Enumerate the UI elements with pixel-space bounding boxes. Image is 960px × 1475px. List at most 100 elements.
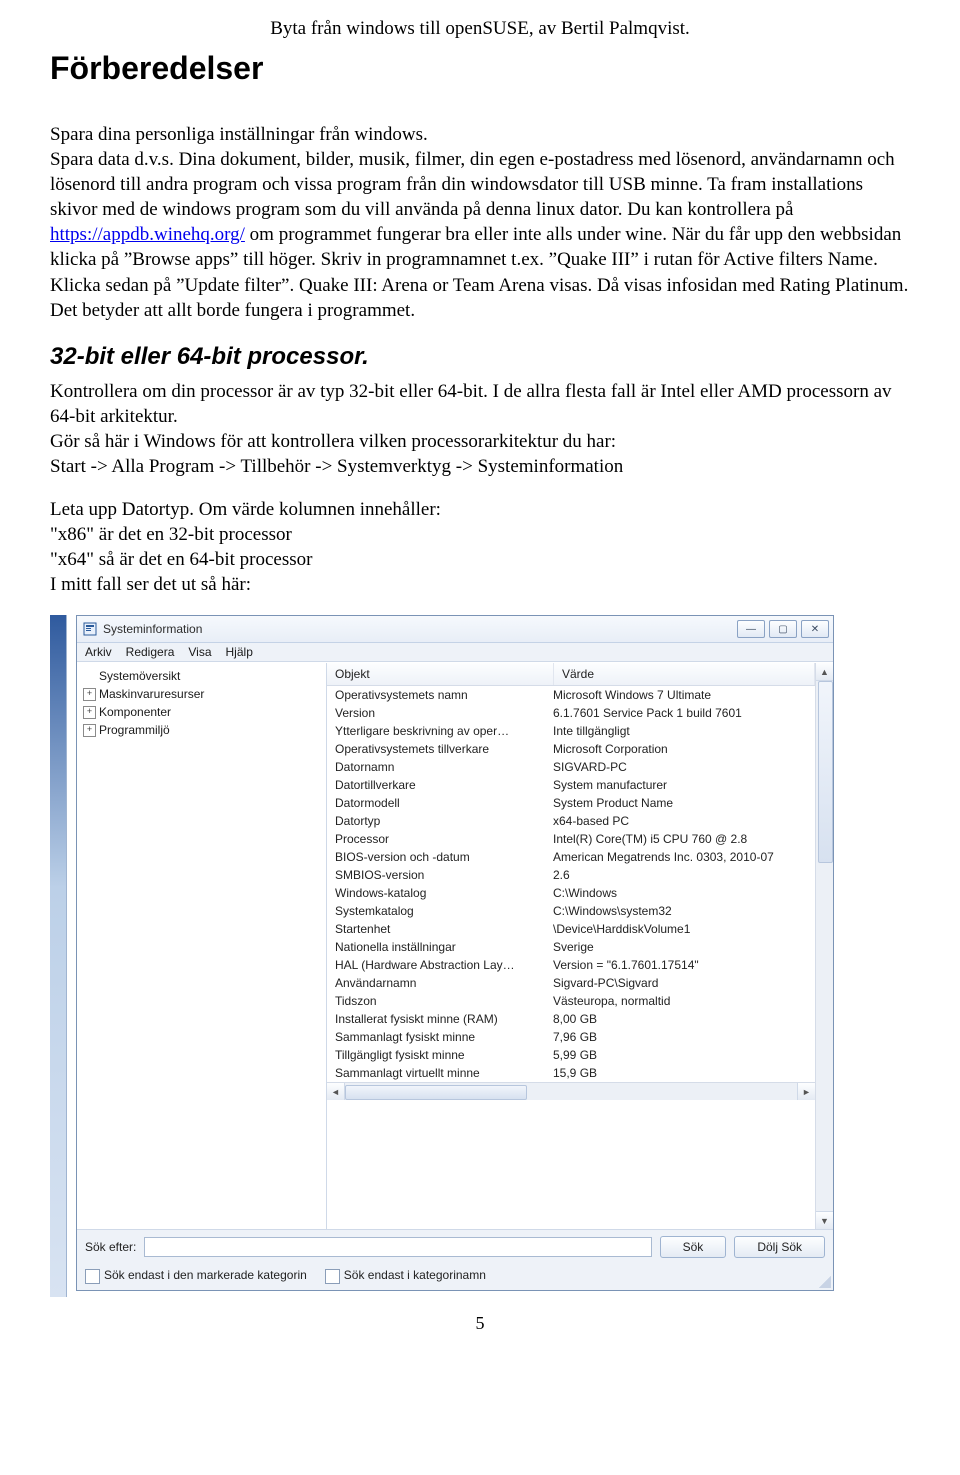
cell-object: Version (327, 706, 553, 720)
tree-item-komponenter[interactable]: + Komponenter (79, 703, 324, 721)
menu-visa[interactable]: Visa (188, 645, 211, 659)
search-input[interactable] (144, 1237, 651, 1257)
expand-icon[interactable]: + (83, 724, 96, 737)
cell-value: 5,99 GB (553, 1048, 815, 1062)
option-label: Sök endast i den markerade kategorin (104, 1268, 307, 1282)
table-row[interactable]: Datortypx64-based PC (327, 812, 815, 830)
table-row[interactable]: Tillgängligt fysiskt minne5,99 GB (327, 1046, 815, 1064)
close-button[interactable]: ✕ (801, 620, 829, 638)
tree-item-maskinvaruresurser[interactable]: + Maskinvaruresurser (79, 685, 324, 703)
cell-value: System manufacturer (553, 778, 815, 792)
cell-value: 6.1.7601 Service Pack 1 build 7601 (553, 706, 815, 720)
search-bar: Sök efter: Sök Dölj Sök (77, 1229, 833, 1264)
menubar: Arkiv Redigera Visa Hjälp (77, 643, 833, 662)
table-row[interactable]: DatormodellSystem Product Name (327, 794, 815, 812)
table-row[interactable]: Version6.1.7601 Service Pack 1 build 760… (327, 704, 815, 722)
checkbox-icon[interactable] (325, 1269, 340, 1284)
search-label: Sök efter: (85, 1240, 136, 1254)
scroll-down-icon[interactable]: ▼ (816, 1211, 833, 1229)
table-row[interactable]: Sammanlagt fysiskt minne7,96 GB (327, 1028, 815, 1046)
horizontal-scrollbar[interactable]: ◄ ► (327, 1082, 815, 1100)
titlebar[interactable]: Systeminformation — ▢ ✕ (77, 616, 833, 643)
menu-redigera[interactable]: Redigera (126, 645, 175, 659)
paragraph-3: Leta upp Datortyp. Om värde kolumnen inn… (50, 497, 910, 597)
cell-value: Microsoft Windows 7 Ultimate (553, 688, 815, 702)
scroll-up-icon[interactable]: ▲ (816, 663, 833, 681)
cell-object: Sammanlagt virtuellt minne (327, 1066, 553, 1080)
cell-value: Västeuropa, normaltid (553, 994, 815, 1008)
table-row[interactable]: ProcessorIntel(R) Core(TM) i5 CPU 760 @ … (327, 830, 815, 848)
cell-object: Tidszon (327, 994, 553, 1008)
tree-label: Komponenter (99, 705, 171, 719)
minimize-icon: — (746, 624, 756, 635)
table-row[interactable]: Ytterligare beskrivning av oper…Inte til… (327, 722, 815, 740)
cell-value: \Device\HarddiskVolume1 (553, 922, 815, 936)
table-row[interactable]: SystemkatalogC:\Windows\system32 (327, 902, 815, 920)
option-category-name[interactable]: Sök endast i kategorinamn (325, 1268, 486, 1283)
cell-object: Tillgängligt fysiskt minne (327, 1048, 553, 1062)
cell-object: Sammanlagt fysiskt minne (327, 1030, 553, 1044)
table-row[interactable]: DatortillverkareSystem manufacturer (327, 776, 815, 794)
tree-label: Systemöversikt (99, 669, 180, 683)
vertical-scrollbar[interactable]: ▲ ▼ (815, 663, 833, 1229)
cell-value: C:\Windows (553, 886, 815, 900)
cell-object: Datortillverkare (327, 778, 553, 792)
table-row[interactable]: TidszonVästeuropa, normaltid (327, 992, 815, 1010)
option-label: Sök endast i kategorinamn (344, 1268, 486, 1282)
screenshot-container: gk 56 Systeminformation — ▢ ✕ Arkiv Redi… (50, 615, 910, 1290)
cell-object: Datortyp (327, 814, 553, 828)
paragraph-1: Spara dina personliga inställningar från… (50, 97, 910, 323)
cell-value: Version = "6.1.7601.17514" (553, 958, 815, 972)
tree-label: Maskinvaruresurser (99, 687, 204, 701)
scroll-thumb[interactable] (345, 1085, 527, 1100)
winehq-link[interactable]: https://appdb.winehq.org/ (50, 224, 245, 245)
maximize-button[interactable]: ▢ (769, 620, 797, 638)
cell-object: Nationella inställningar (327, 940, 553, 954)
systeminformation-window: Systeminformation — ▢ ✕ Arkiv Redigera V… (76, 615, 834, 1290)
cell-value: System Product Name (553, 796, 815, 810)
resize-grip-icon[interactable] (819, 1276, 831, 1288)
table-row[interactable]: Operativsystemets tillverkareMicrosoft C… (327, 740, 815, 758)
detail-rows: Operativsystemets namnMicrosoft Windows … (327, 686, 815, 1082)
cell-value: SIGVARD-PC (553, 760, 815, 774)
table-row[interactable]: Installerat fysiskt minne (RAM)8,00 GB (327, 1010, 815, 1028)
expand-icon[interactable]: + (83, 688, 96, 701)
page-number: 5 (50, 1313, 910, 1334)
cell-value: Sigvard-PC\Sigvard (553, 976, 815, 990)
table-row[interactable]: Nationella inställningarSverige (327, 938, 815, 956)
search-button[interactable]: Sök (660, 1236, 727, 1258)
category-tree[interactable]: Systemöversikt + Maskinvaruresurser + Ko… (77, 663, 327, 1229)
scroll-left-icon[interactable]: ◄ (327, 1083, 345, 1100)
table-row[interactable]: HAL (Hardware Abstraction Lay…Version = … (327, 956, 815, 974)
table-row[interactable]: DatornamnSIGVARD-PC (327, 758, 815, 776)
table-row[interactable]: Sammanlagt virtuellt minne15,9 GB (327, 1064, 815, 1082)
cell-value: x64-based PC (553, 814, 815, 828)
para1-text-pre: Spara dina personliga inställningar från… (50, 124, 895, 220)
cell-object: SMBIOS-version (327, 868, 553, 882)
table-row[interactable]: Startenhet\Device\HarddiskVolume1 (327, 920, 815, 938)
column-headers[interactable]: Objekt Värde (327, 663, 815, 686)
minimize-button[interactable]: — (737, 620, 765, 638)
table-row[interactable]: Windows-katalogC:\Windows (327, 884, 815, 902)
table-row[interactable]: AnvändarnamnSigvard-PC\Sigvard (327, 974, 815, 992)
detail-pane: Objekt Värde Operativsystemets namnMicro… (327, 663, 833, 1229)
checkbox-icon[interactable] (85, 1269, 100, 1284)
scroll-right-icon[interactable]: ► (797, 1083, 815, 1100)
cell-value: 2.6 (553, 868, 815, 882)
option-marked-category[interactable]: Sök endast i den markerade kategorin (85, 1268, 307, 1283)
menu-arkiv[interactable]: Arkiv (85, 645, 112, 659)
close-icon: ✕ (811, 624, 819, 635)
close-search-button[interactable]: Dölj Sök (734, 1236, 825, 1258)
expand-icon[interactable]: + (83, 706, 96, 719)
header-varde[interactable]: Värde (554, 663, 815, 685)
header-objekt[interactable]: Objekt (327, 663, 554, 685)
table-row[interactable]: Operativsystemets namnMicrosoft Windows … (327, 686, 815, 704)
tree-item-systemoversikt[interactable]: Systemöversikt (79, 667, 324, 685)
menu-hjalp[interactable]: Hjälp (226, 645, 253, 659)
table-row[interactable]: SMBIOS-version2.6 (327, 866, 815, 884)
tree-item-programmiljo[interactable]: + Programmiljö (79, 721, 324, 739)
scroll-thumb[interactable] (818, 681, 833, 863)
page-header: Byta från windows till openSUSE, av Bert… (50, 18, 910, 40)
table-row[interactable]: BIOS-version och -datumAmerican Megatren… (327, 848, 815, 866)
cell-value: 8,00 GB (553, 1012, 815, 1026)
